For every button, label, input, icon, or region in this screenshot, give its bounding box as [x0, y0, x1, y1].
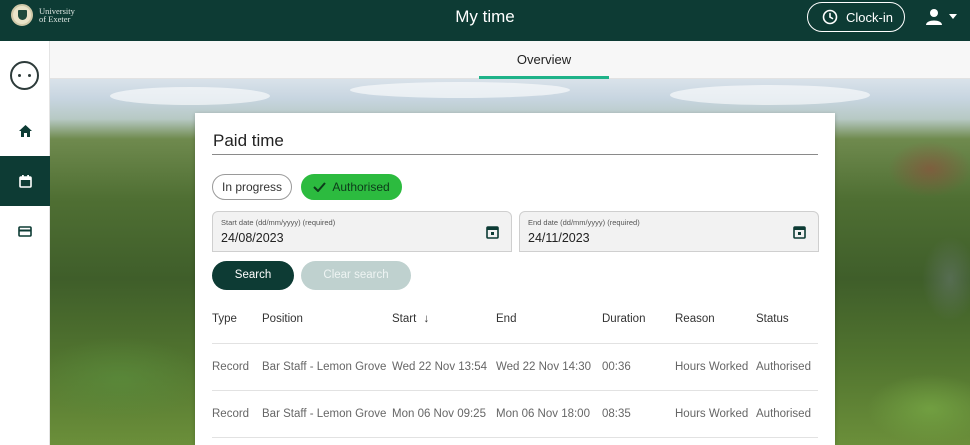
cell-end: Wed 22 Nov 14:30 [496, 343, 602, 391]
cell-position: Bar Staff - Lemon Grove [262, 343, 392, 391]
sort-down-icon: ↓ [423, 313, 430, 326]
cell-reason: Hours Worked [675, 390, 756, 438]
cell-start: Mon 06 Nov 09:25 [392, 390, 496, 438]
end-date-value: 24/11/2023 [528, 231, 590, 245]
column-header-start-label: Start [392, 313, 417, 326]
sidebar-item-home[interactable] [0, 106, 50, 156]
column-header-end[interactable]: End [496, 296, 602, 344]
column-header-status[interactable]: Status [756, 296, 818, 344]
clock-icon [822, 9, 838, 25]
table-row[interactable]: Record Bar Staff - Lemon Grove Mon 06 No… [212, 390, 818, 438]
calendar-picker-icon[interactable] [486, 225, 499, 239]
cell-position: Bar Staff - Lemon Grove [262, 390, 392, 438]
cell-duration: 08:35 [602, 390, 675, 438]
filter-in-progress-chip[interactable]: In progress [212, 174, 292, 200]
cell-end: Mon 06 Nov 18:00 [496, 390, 602, 438]
tab-bar: Overview [50, 41, 970, 79]
cell-duration: 00:36 [602, 343, 675, 391]
column-header-duration[interactable]: Duration [602, 296, 675, 344]
cell-type: Record [212, 390, 262, 438]
calendar-icon [18, 174, 32, 188]
filter-authorised-chip[interactable]: Authorised [301, 174, 402, 200]
sidebar [0, 41, 50, 445]
cell-start: Wed 22 Nov 13:54 [392, 343, 496, 391]
tab-overview[interactable]: Overview [479, 41, 609, 79]
end-date-label: End date (dd/mm/yyyy) (required) [528, 218, 640, 227]
table-header-row: Type Position Start ↓ End Duration Reaso… [212, 296, 818, 344]
cell-status: Authorised [756, 390, 818, 438]
user-menu-button[interactable] [925, 8, 957, 26]
column-header-start[interactable]: Start ↓ [392, 296, 496, 344]
caret-down-icon [949, 14, 957, 19]
clock-in-label: Clock-in [846, 9, 893, 25]
title-divider [212, 154, 818, 155]
cell-type: Record [212, 343, 262, 391]
card-icon [18, 225, 32, 237]
clock-in-button[interactable]: Clock-in [807, 2, 905, 32]
start-date-label: Start date (dd/mm/yyyy) (required) [221, 218, 336, 227]
end-date-field[interactable]: End date (dd/mm/yyyy) (required) 24/11/2… [519, 211, 819, 252]
sidebar-item-calendar[interactable] [0, 156, 50, 206]
sidebar-item-card[interactable] [0, 206, 50, 256]
paid-time-card: Paid time In progress Authorised Start d… [195, 113, 835, 445]
start-date-field[interactable]: Start date (dd/mm/yyyy) (required) 24/08… [212, 211, 512, 252]
calendar-picker-icon[interactable] [793, 225, 806, 239]
authorised-label: Authorised [332, 180, 390, 194]
start-date-value: 24/08/2023 [221, 231, 284, 245]
home-icon [18, 125, 32, 137]
table-row[interactable]: Record Bar Staff - Lemon Grove Wed 22 No… [212, 343, 818, 391]
column-header-reason[interactable]: Reason [675, 296, 756, 344]
search-button[interactable]: Search [212, 261, 294, 290]
avatar-icon[interactable] [10, 61, 39, 90]
cell-reason: Hours Worked [675, 343, 756, 391]
column-header-type[interactable]: Type [212, 296, 262, 344]
app-header: University of Exeter My time Clock-in [0, 0, 970, 41]
user-icon [926, 9, 942, 25]
clear-search-button[interactable]: Clear search [301, 261, 411, 290]
card-title: Paid time [213, 131, 284, 150]
column-header-position[interactable]: Position [262, 296, 392, 344]
paid-time-table: Type Position Start ↓ End Duration Reaso… [212, 296, 818, 438]
check-icon [313, 182, 327, 192]
cell-status: Authorised [756, 343, 818, 391]
